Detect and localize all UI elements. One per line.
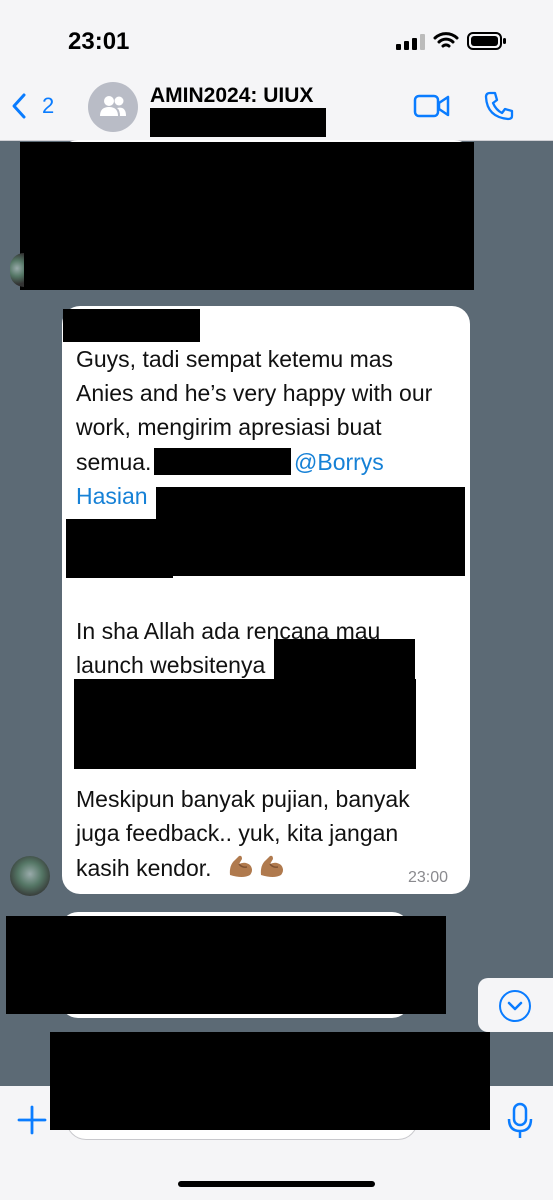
home-indicator — [178, 1181, 375, 1187]
status-time: 23:01 — [68, 28, 130, 55]
redacted-block — [6, 916, 446, 1014]
video-camera-icon — [413, 94, 450, 118]
message-text-line: kasih kendor. — [76, 855, 212, 881]
chat-title[interactable]: AMIN2024: UIUX — [150, 84, 313, 108]
chevron-down-circle-icon — [499, 990, 531, 1022]
voice-call-button[interactable] — [483, 90, 515, 122]
mention-link[interactable]: Hasian — [76, 483, 148, 510]
status-bar: 23:01 — [0, 0, 553, 70]
microphone-icon[interactable] — [506, 1102, 534, 1140]
redacted-block — [150, 108, 326, 137]
message-text-line: Guys, tadi sempat ketemu mas — [76, 346, 394, 372]
message-text-line: launch websitenya — [76, 652, 266, 678]
message-timestamp: 23:00 — [408, 869, 449, 886]
redacted-block — [154, 448, 291, 475]
redacted-sender-name — [63, 309, 200, 342]
back-button[interactable]: 2 — [10, 90, 54, 122]
wifi-icon — [433, 32, 459, 48]
redacted-block — [20, 142, 474, 290]
redacted-block — [74, 679, 416, 769]
flexed-biceps-emoji — [229, 855, 252, 877]
chevron-left-icon — [12, 93, 26, 119]
cellular-signal-icon — [396, 34, 425, 50]
scroll-to-bottom-button[interactable] — [478, 978, 553, 1032]
message-text-line: semua. — [76, 449, 152, 475]
message-text-line: juga feedback.. yuk, kita jangan — [76, 820, 399, 846]
message-text-line: work, mengirim apresiasi buat — [76, 414, 382, 440]
message-text-line: Anies and he’s very happy with our — [76, 380, 433, 406]
flexed-biceps-emoji — [260, 855, 283, 877]
redacted-block — [50, 1032, 490, 1130]
unread-count: 2 — [42, 93, 55, 118]
redacted-block — [156, 487, 465, 576]
video-call-button[interactable] — [413, 92, 451, 120]
sender-avatar[interactable] — [10, 253, 24, 287]
group-avatar[interactable] — [88, 82, 138, 132]
mention-link[interactable]: @Borrys — [294, 449, 384, 476]
battery-icon — [467, 32, 506, 50]
message-text-line: Meskipun banyak pujian, banyak — [76, 786, 410, 812]
group-icon — [100, 96, 126, 116]
plus-icon[interactable] — [16, 1104, 48, 1136]
phone-icon — [484, 91, 514, 121]
redacted-block — [274, 639, 415, 681]
sender-avatar[interactable] — [10, 856, 50, 896]
redacted-block — [66, 519, 173, 578]
